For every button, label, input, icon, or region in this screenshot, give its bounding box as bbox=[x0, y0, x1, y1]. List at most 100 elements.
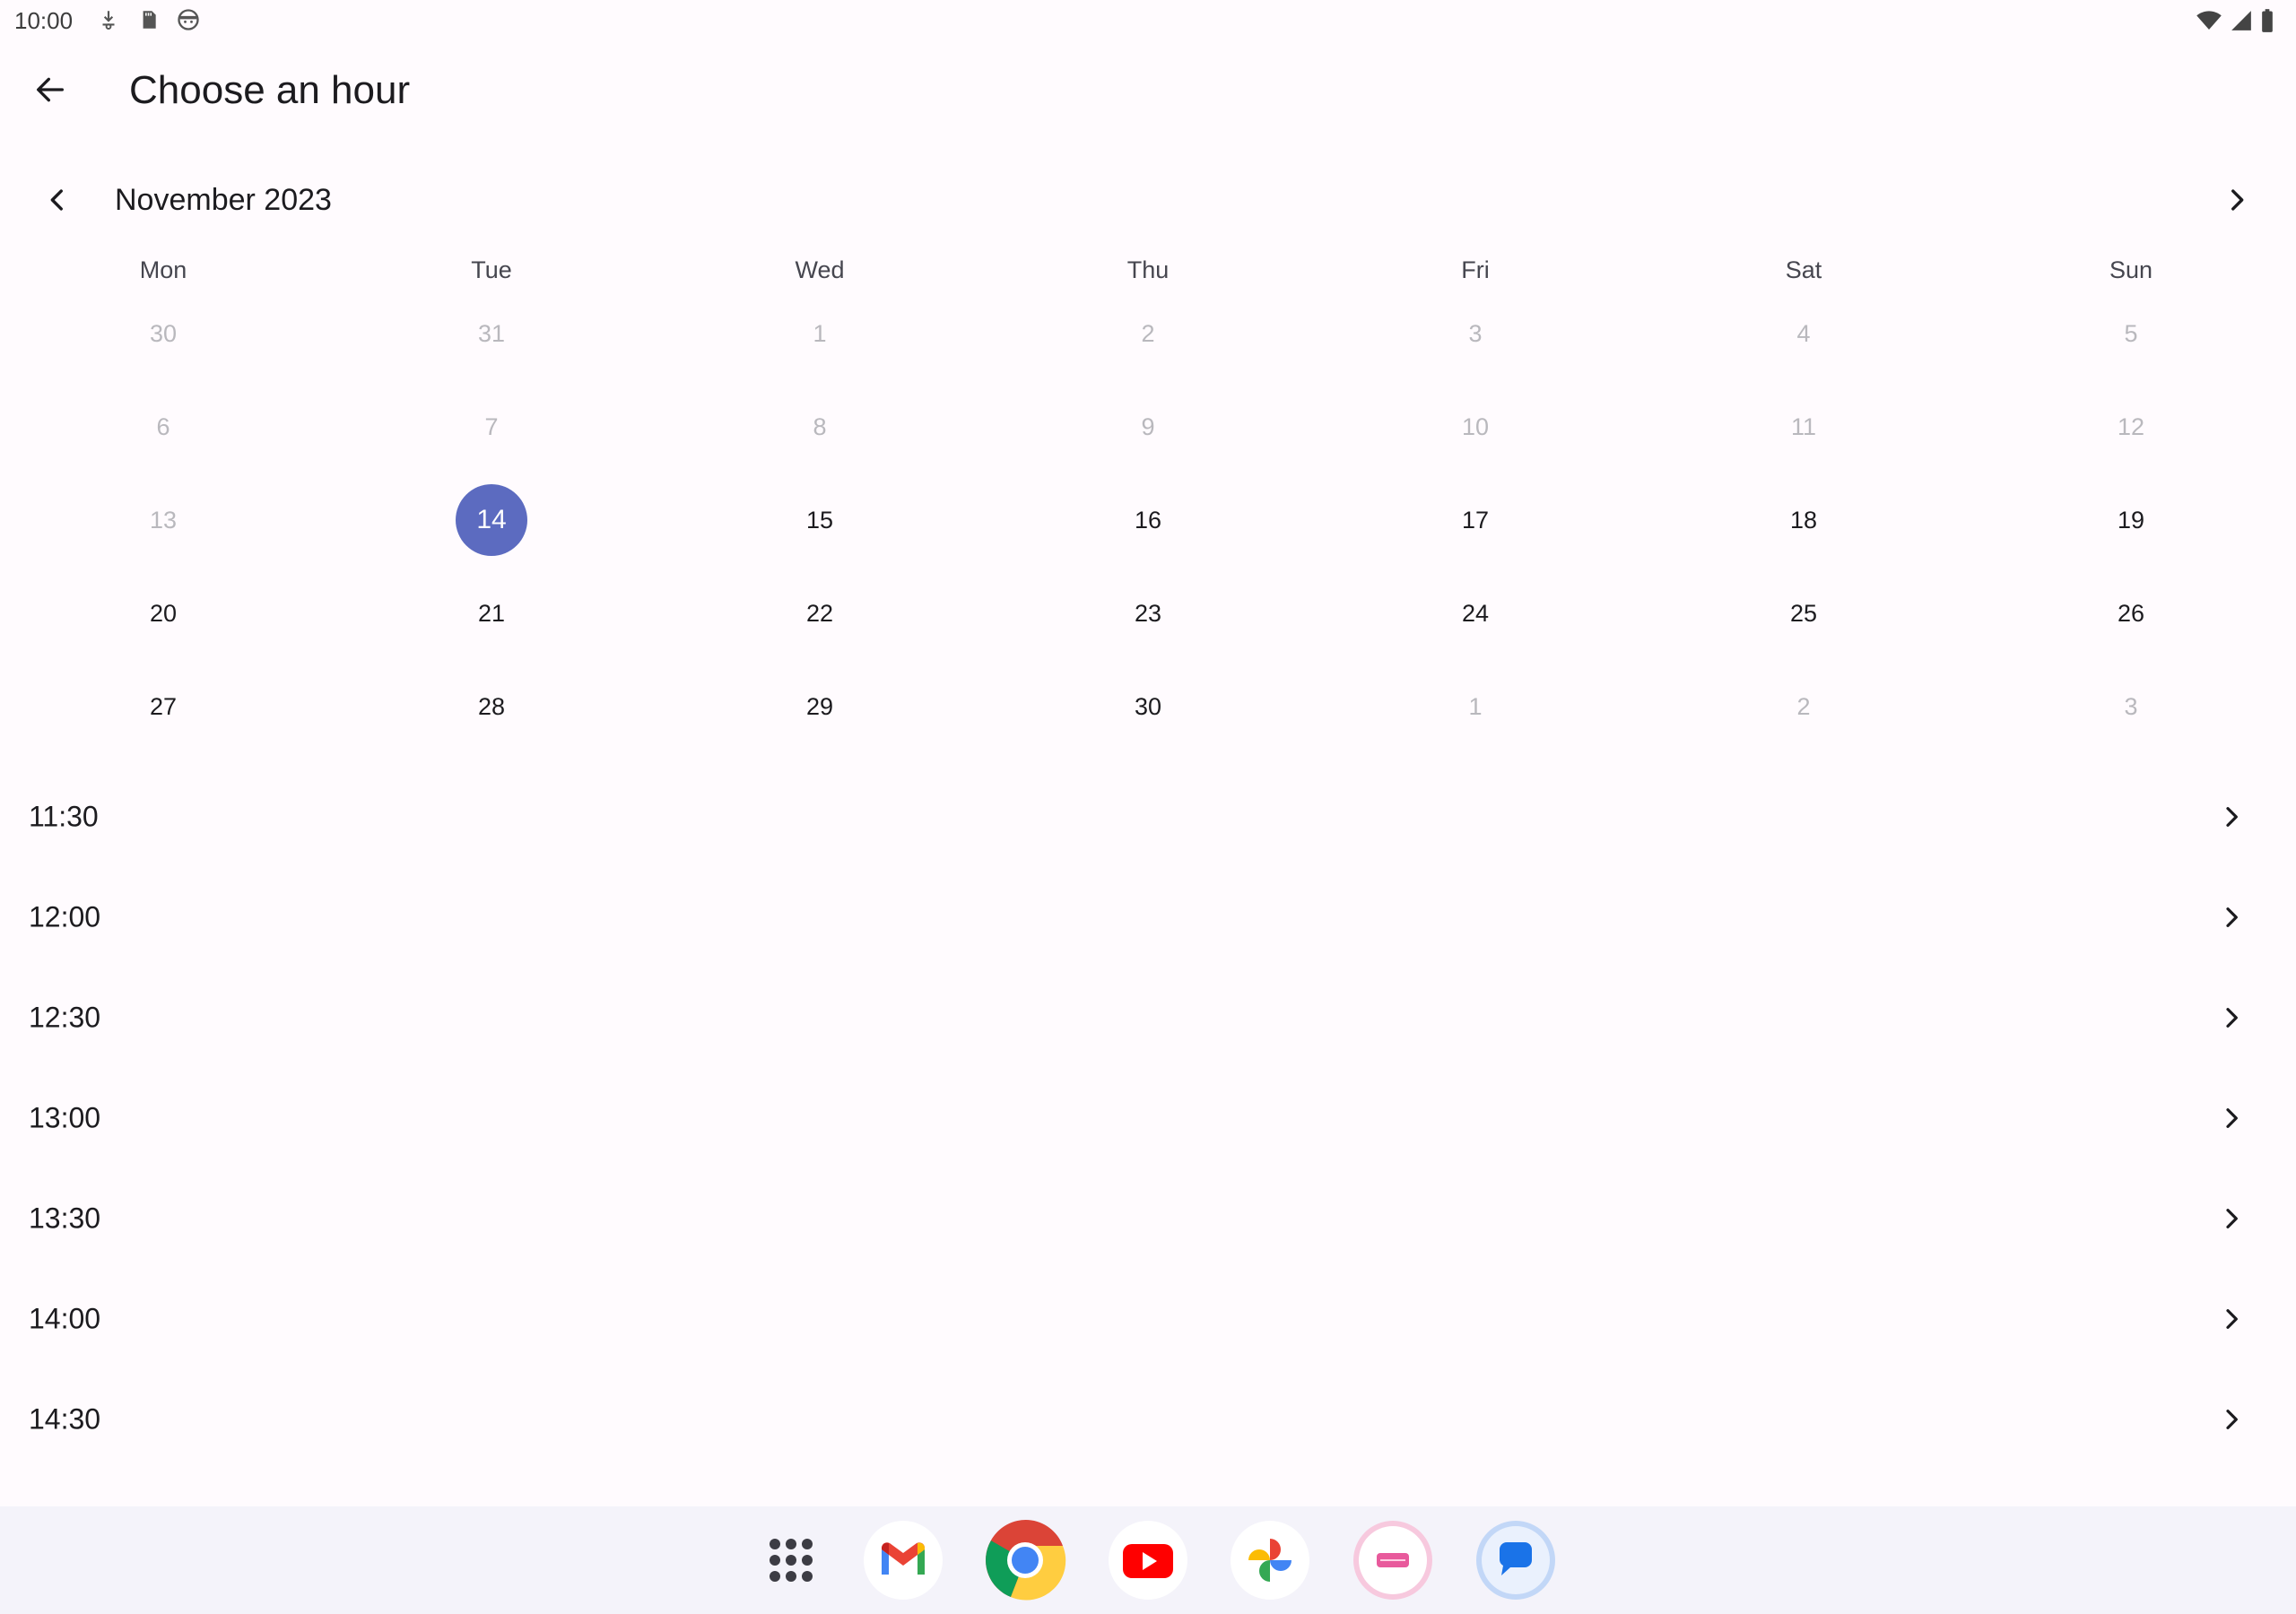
signal-icon bbox=[2230, 9, 2253, 32]
weekday-mon: Mon bbox=[139, 256, 187, 283]
selected-day[interactable]: 14 bbox=[456, 484, 527, 556]
month-label: November 2023 bbox=[115, 183, 332, 217]
arrow-back-icon bbox=[32, 72, 68, 112]
taskbar bbox=[0, 1506, 2296, 1614]
weekday-header-row: Mon Tue Wed Thu Fri Sat Sun bbox=[0, 256, 2296, 296]
calendar-day: 31 bbox=[477, 319, 506, 347]
youtube-icon bbox=[1107, 1519, 1189, 1601]
chevron-right-icon bbox=[2215, 1403, 2248, 1436]
calendar-day[interactable]: 20 bbox=[127, 577, 199, 649]
time-slot-row[interactable]: 12:30 bbox=[0, 968, 2296, 1068]
calendar-day: 1 bbox=[1468, 692, 1483, 720]
previous-month-button[interactable] bbox=[32, 179, 83, 224]
calendar-day[interactable]: 28 bbox=[456, 671, 527, 742]
calendar-day: 3 bbox=[1468, 319, 1483, 347]
screen: 10:00 Choose an hour November 2023 Mon T… bbox=[0, 0, 2296, 1614]
chevron-right-icon bbox=[2215, 1102, 2248, 1134]
time-slot-row[interactable]: 12:00 bbox=[0, 867, 2296, 968]
status-icons-right bbox=[2196, 8, 2274, 33]
calendar-day[interactable]: 17 bbox=[1439, 484, 1511, 556]
next-month-button[interactable] bbox=[2212, 179, 2262, 224]
weekday-tue: Tue bbox=[471, 256, 512, 283]
calendar-day: 1 bbox=[813, 319, 827, 347]
pink-app-button[interactable] bbox=[1352, 1519, 1434, 1601]
calendar-day: 3 bbox=[2124, 692, 2138, 720]
weekday-sun: Sun bbox=[2109, 256, 2153, 283]
app-pink-icon bbox=[1352, 1519, 1434, 1601]
calendar-day[interactable]: 26 bbox=[2095, 577, 2167, 649]
calendar-day[interactable]: 15 bbox=[784, 484, 856, 556]
calendar-day[interactable]: 25 bbox=[1768, 577, 1839, 649]
weekday-fri: Fri bbox=[1461, 256, 1490, 283]
calendar-day[interactable]: 27 bbox=[127, 671, 199, 742]
status-time: 10:00 bbox=[14, 7, 74, 34]
chevron-left-icon bbox=[42, 185, 73, 220]
youtube-button[interactable] bbox=[1107, 1519, 1189, 1601]
top-app-bar: Choose an hour bbox=[0, 54, 2296, 129]
app-drawer-icon bbox=[764, 1533, 818, 1587]
calendar-day[interactable]: 30 bbox=[1112, 671, 1184, 742]
time-slot-label: 12:00 bbox=[29, 900, 101, 933]
weekday-thu: Thu bbox=[1126, 256, 1170, 283]
calendar-day: 8 bbox=[813, 412, 827, 440]
chevron-right-icon bbox=[2215, 1303, 2248, 1335]
battery-icon bbox=[2260, 8, 2274, 33]
time-slot-label: 11:30 bbox=[29, 800, 99, 833]
calendar-day[interactable]: 29 bbox=[784, 671, 856, 742]
calendar-day: 4 bbox=[1796, 319, 1811, 347]
time-slot-label: 13:30 bbox=[29, 1202, 101, 1235]
time-slot-row[interactable]: 13:30 bbox=[0, 1168, 2296, 1269]
calendar-day[interactable]: 21 bbox=[456, 577, 527, 649]
time-slot-label: 14:30 bbox=[29, 1402, 101, 1436]
time-slot-row[interactable]: 11:30 bbox=[0, 767, 2296, 867]
time-slot-label: 12:30 bbox=[29, 1001, 101, 1034]
weekday-sat: Sat bbox=[1785, 256, 1822, 283]
calendar-day: 13 bbox=[149, 506, 178, 534]
face-icon bbox=[176, 7, 201, 32]
chevron-right-icon bbox=[2215, 1002, 2248, 1034]
photos-icon bbox=[1229, 1519, 1311, 1601]
time-slot-label: 14:00 bbox=[29, 1302, 101, 1335]
calendar-header: November 2023 bbox=[0, 170, 2296, 233]
calendar-day: 2 bbox=[1141, 319, 1155, 347]
chevron-right-icon bbox=[2215, 1202, 2248, 1235]
status-icons-left bbox=[97, 7, 201, 32]
calendar-day: 6 bbox=[156, 412, 170, 440]
weekday-wed: Wed bbox=[795, 256, 845, 283]
calendar-day[interactable]: 19 bbox=[2095, 484, 2167, 556]
messages-icon bbox=[1474, 1519, 1557, 1601]
time-slot-row[interactable]: 14:30 bbox=[0, 1369, 2296, 1470]
calendar-day[interactable]: 22 bbox=[784, 577, 856, 649]
messages-button[interactable] bbox=[1474, 1519, 1557, 1601]
calendar-day[interactable]: 18 bbox=[1768, 484, 1839, 556]
calendar-day: 10 bbox=[1461, 412, 1490, 440]
gmail-button[interactable] bbox=[862, 1519, 944, 1601]
calendar-day: 11 bbox=[1790, 412, 1817, 440]
calendar-day: 7 bbox=[484, 412, 499, 440]
chevron-right-icon bbox=[2222, 185, 2252, 220]
calendar-day[interactable]: 23 bbox=[1112, 577, 1184, 649]
calendar-day: 12 bbox=[2117, 412, 2145, 440]
app-drawer-button[interactable] bbox=[750, 1519, 832, 1601]
chrome-button[interactable] bbox=[984, 1519, 1066, 1601]
calendar-day: 5 bbox=[2124, 319, 2138, 347]
page-title: Choose an hour bbox=[129, 68, 411, 112]
status-bar: 10:00 bbox=[0, 0, 2296, 45]
photos-button[interactable] bbox=[1229, 1519, 1311, 1601]
chevron-right-icon bbox=[2215, 901, 2248, 933]
calendar-day[interactable]: 24 bbox=[1439, 577, 1511, 649]
back-button[interactable] bbox=[18, 66, 83, 117]
calendar-day[interactable]: 16 bbox=[1112, 484, 1184, 556]
gmail-icon bbox=[862, 1519, 944, 1601]
download-icon bbox=[97, 8, 120, 31]
calendar-day: 9 bbox=[1141, 412, 1155, 440]
wifi-icon bbox=[2196, 9, 2222, 32]
calendar-day: 30 bbox=[149, 319, 178, 347]
time-slot-row[interactable]: 14:00 bbox=[0, 1269, 2296, 1369]
chevron-right-icon bbox=[2215, 801, 2248, 833]
chrome-icon bbox=[984, 1519, 1066, 1601]
time-slot-row[interactable]: 13:00 bbox=[0, 1068, 2296, 1168]
sd-card-icon bbox=[136, 8, 160, 31]
calendar-day: 2 bbox=[1796, 692, 1811, 720]
time-slot-label: 13:00 bbox=[29, 1101, 101, 1134]
